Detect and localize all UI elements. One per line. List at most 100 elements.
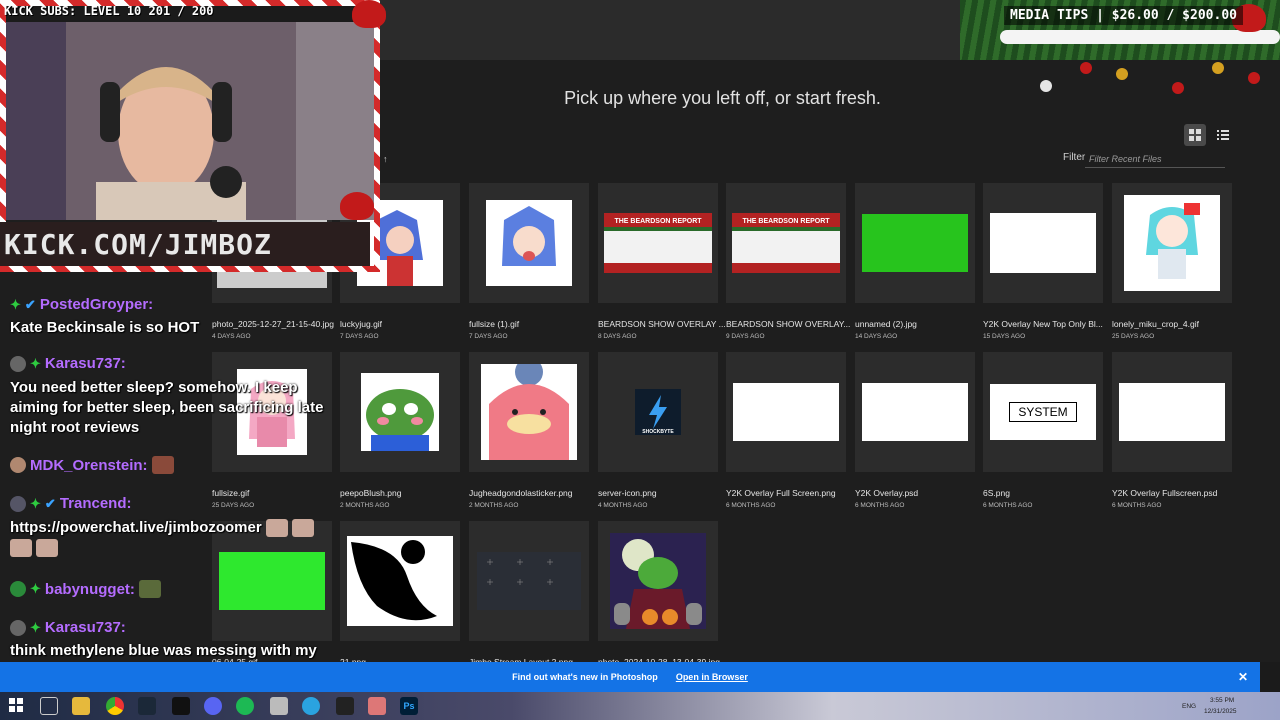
emote-image: [292, 519, 315, 538]
file-thumbnail[interactable]: [1112, 183, 1232, 303]
star-badge-icon: ✦: [30, 581, 41, 596]
file-name: fullsize.gif: [212, 488, 250, 498]
file-thumbnail[interactable]: [469, 352, 589, 472]
file-name: Y2K Overlay New Top Only Bl...: [983, 319, 1103, 329]
chat-message: You need better sleep? somehow. I keep a…: [10, 379, 324, 436]
file-thumbnail[interactable]: [469, 521, 589, 641]
file-thumbnail[interactable]: [855, 352, 975, 472]
chat-username: ✦ ✔ PostedGroyper:: [10, 296, 154, 313]
ornament: [1116, 68, 1128, 80]
kick-subs-counter: KICK SUBS: LEVEL 10 201 / 200: [4, 4, 214, 18]
file-date: 4 MONTHS AGO: [598, 502, 648, 509]
file-thumbnail[interactable]: [340, 352, 460, 472]
spotify-icon[interactable]: [236, 697, 254, 715]
emote-image: [36, 539, 59, 558]
filter-label: Filter: [1063, 152, 1086, 163]
app-icon[interactable]: [270, 697, 288, 715]
terminal-icon[interactable]: [172, 697, 190, 715]
ornament: [1172, 82, 1184, 94]
file-thumbnail[interactable]: [1112, 352, 1232, 472]
file-date: 8 DAYS AGO: [598, 333, 637, 340]
sort-arrow-icon[interactable]: ↑: [383, 154, 388, 164]
garland-snow: [1000, 30, 1280, 44]
file-thumbnail[interactable]: THE BEARDSON REPORT: [598, 183, 718, 303]
steam-icon[interactable]: [138, 697, 156, 715]
file-thumbnail[interactable]: [598, 521, 718, 641]
emote-image: [10, 539, 32, 558]
file-name: luckyjug.gif: [340, 319, 383, 329]
windows-start-icon[interactable]: [8, 697, 26, 715]
clock-time[interactable]: 3:55 PM: [1210, 697, 1234, 704]
verified-badge-icon: ✔: [44, 495, 56, 511]
chat-username: ✦ ✔ Trancend:: [10, 495, 132, 512]
file-date: 25 DAYS AGO: [212, 502, 255, 509]
photoshop-icon[interactable]: Ps: [400, 697, 418, 715]
ornament: [1212, 62, 1224, 74]
ornament: [1248, 72, 1260, 84]
list-view-icon[interactable]: [1212, 124, 1234, 146]
file-thumbnail[interactable]: THE BEARDSON REPORT: [726, 183, 846, 303]
media-tips-counter: MEDIA TIPS | $26.00 / $200.00: [1004, 6, 1243, 25]
svg-text:SHOCKBYTE: SHOCKBYTE: [642, 429, 674, 435]
chat-username: ✦ Karasu737:: [10, 619, 126, 636]
file-thumbnail[interactable]: [469, 183, 589, 303]
file-date: 6 MONTHS AGO: [726, 502, 776, 509]
file-name: Y2K Overlay Full Screen.png: [726, 488, 836, 498]
file-date: 25 DAYS AGO: [1112, 333, 1155, 340]
file-date: 6 MONTHS AGO: [1112, 502, 1162, 509]
svg-text:THE BEARDSON REPORT: THE BEARDSON REPORT: [742, 218, 830, 225]
chat-link[interactable]: https://powerchat.live/jimbozoomer: [10, 519, 262, 536]
kick-url-banner: KICK.COM/JIMBOZ: [0, 222, 370, 266]
chrome-icon[interactable]: [106, 697, 124, 715]
file-explorer-icon[interactable]: [72, 697, 90, 715]
discord-icon[interactable]: [204, 697, 222, 715]
file-name: lonely_miku_crop_4.gif: [1112, 319, 1199, 329]
avatar: [10, 495, 26, 512]
open-in-browser-link[interactable]: Open in Browser: [676, 672, 748, 682]
language-indicator[interactable]: ENG: [1182, 703, 1196, 710]
bow-decoration: [340, 192, 374, 220]
star-badge-icon: ✦: [10, 296, 21, 312]
file-name: peepoBlush.png: [340, 488, 402, 498]
file-name: server-icon.png: [598, 488, 657, 498]
file-date: 2 MONTHS AGO: [469, 502, 519, 509]
emote-image: [138, 580, 161, 598]
file-date: 7 DAYS AGO: [340, 333, 379, 340]
file-name: fullsize (1).gif: [469, 319, 520, 329]
file-thumbnail[interactable]: [983, 183, 1103, 303]
verified-badge-icon: ✔: [24, 296, 36, 312]
chat-username: ✦ babynugget:: [10, 580, 161, 598]
task-view-icon[interactable]: [40, 697, 58, 715]
avatar: [10, 457, 26, 473]
banner-close-button[interactable]: ✕: [1238, 670, 1248, 684]
file-thumbnail[interactable]: [726, 352, 846, 472]
avatar: [10, 619, 26, 636]
home-tagline: Pick up where you left off, or start fre…: [564, 88, 881, 108]
file-thumbnail[interactable]: SHOCKBYTE: [598, 352, 718, 472]
banner-text: Find out what's new in Photoshop: [512, 672, 658, 682]
telegram-icon[interactable]: [302, 697, 320, 715]
file-date: 9 DAYS AGO: [726, 333, 765, 340]
screen: Pick up where you left off, or start fre…: [0, 0, 1280, 720]
file-thumbnail[interactable]: [340, 521, 460, 641]
file-name: Jugheadgondolasticker.png: [469, 488, 573, 498]
filter-input[interactable]: [1085, 150, 1225, 168]
star-badge-icon: ✦: [30, 355, 41, 371]
chat-username: ✦ Karasu737:: [10, 355, 126, 372]
app-icon[interactable]: [336, 697, 354, 715]
file-name: BEARDSON SHOW OVERLAY ...: [598, 319, 726, 329]
file-date: 2 MONTHS AGO: [340, 502, 390, 509]
emote-image: [151, 456, 174, 474]
file-name: Y2K Overlay Fullscreen.psd: [1112, 488, 1218, 498]
clock-date[interactable]: 12/31/2025: [1204, 708, 1237, 715]
file-thumbnail[interactable]: [855, 183, 975, 303]
grid-view-icon[interactable]: [1184, 124, 1206, 146]
windows-taskbar: [0, 692, 1280, 720]
file-thumbnail[interactable]: SYSTEM: [983, 352, 1103, 472]
app-icon[interactable]: [368, 697, 386, 715]
file-date: 14 DAYS AGO: [855, 333, 898, 340]
star-badge-icon: ✦: [30, 619, 41, 635]
whats-new-banner: Find out what's new in Photoshop Open in…: [0, 662, 1260, 692]
avatar: [10, 355, 26, 372]
emote-image: [265, 519, 288, 538]
